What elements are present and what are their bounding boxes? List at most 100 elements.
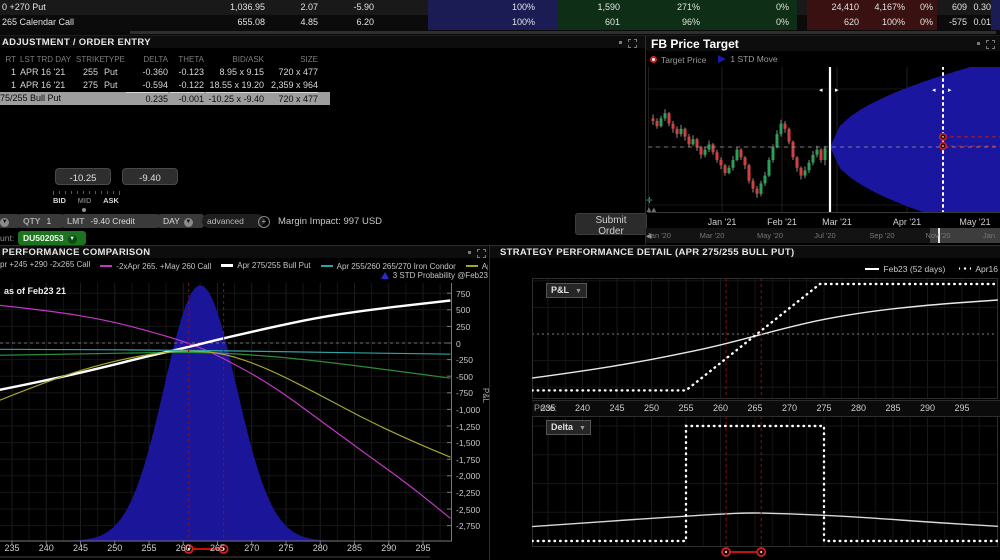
selected-strategy-row[interactable]: 75/255 Bull Put0.235-0.001-10.25 x -9.40… [0,92,330,105]
table-cell: APR 16 '21 [20,79,80,92]
legend-item[interactable]: Feb23 (52 days) [865,264,945,274]
panel-options-icon[interactable] [975,40,982,47]
legend-label: Apr 255/260 265/270 Iron Condor [337,262,456,271]
position-cell: 0% [700,0,797,15]
strategy-label: 75/255 Bull Put [0,92,124,105]
legend-item[interactable]: Apr 255/260 265/270 Iron Condor [321,262,456,271]
price-target-title: FB Price Target [651,37,739,51]
chevron-down-icon: ▼ [0,218,9,227]
axis-tick: -1,250 [456,422,480,432]
position-cell: 1,590 [557,0,620,15]
legend-item[interactable]: Apr 275/255 Bull Put [221,261,310,270]
position-cell: 271% [620,0,700,15]
table-cell: 0.235 [126,92,168,106]
position-cell [374,15,428,30]
crosshair-tool-icon[interactable]: ✛ [646,196,653,205]
table-cell: APR 16 '21 [20,66,80,79]
position-cell: -5.90 [318,0,374,15]
ask-price-button[interactable]: -9.40 [122,168,178,185]
table-row[interactable]: 1APR 16 '21275Put-0.594-0.12218.55 x 19.… [0,79,645,92]
position-cell [797,15,807,30]
account-dropdown[interactable]: DU502053▼ [18,231,86,245]
divider [645,35,646,245]
position-cell: 0% [905,0,937,15]
legend-item[interactable]: Apr 260/265 Short Strangle [466,262,488,271]
qty-field[interactable]: QTY1 [18,214,64,228]
panel-expand-icon[interactable] [986,40,995,49]
limit-price-field[interactable]: LMT-9.40 Credit [62,214,160,228]
axis-tick: Jan '21 [708,217,737,227]
slider-tick [65,191,66,194]
margin-impact: Margin Impact: 997 USD [278,216,382,227]
table-row[interactable]: 1APR 16 '21255Put-0.360-0.1238.95 x 9.15… [0,66,645,79]
slider-label-ask: ASK [103,196,119,205]
panel-options-icon[interactable] [617,39,624,46]
table-cell: THETA [170,53,204,66]
position-cell: 0.01 [967,15,991,30]
position-cell: 100% [428,15,557,30]
axis-tick: -2,000 [456,471,480,481]
table-cell: -0.122 [170,79,204,92]
submit-order-button[interactable]: Submit Order [575,213,647,235]
plus-icon[interactable]: + [258,216,270,228]
pnl-chart[interactable] [532,278,998,400]
axis-tick: Mar '21 [822,217,852,227]
timeline-tick: Sep '20 [869,231,894,240]
chart-zoom-icon[interactable]: ▲▲ [645,205,655,214]
panel-expand-icon[interactable] [628,39,637,48]
axis-tick: -2,500 [456,505,480,515]
axis-tick: 235 [4,543,19,553]
panel-expand-icon[interactable] [477,249,486,258]
axis-tick: 265 [747,403,762,413]
price-range-slider [722,548,765,556]
position-row[interactable]: 265 Calendar Call655.084.856.20100%60196… [0,15,1000,30]
chevron-down-icon: ▼ [184,218,193,227]
table-cell: 1 [2,79,16,92]
position-cell: 24,410 [807,0,859,15]
position-row[interactable]: 0 +270 Put1,036.952.07-5.90100%1,590271%… [0,0,1000,15]
as-of-label: as of Feb23 21 [4,286,66,296]
fb-timeline-scrollbar[interactable]: ◀Jan '20Mar '20May '20Jul '20Sep '20Nov … [645,228,1000,243]
legend-item[interactable]: 1 STD Move [718,54,777,64]
legend-item[interactable]: -2xApr 265. +May 260 Call [100,262,211,271]
legend-line-icon [321,265,333,267]
position-cell: 620 [807,15,859,30]
slider-tick [119,191,120,195]
delta-mode-dropdown[interactable]: Delta▼ [546,420,591,435]
slider-label-mid: MID [78,196,92,205]
comparison-bottom-track[interactable] [0,556,430,558]
position-cell: 96% [620,15,700,30]
axis-tick: 295 [954,403,969,413]
axis-tick: 250 [107,543,122,553]
legend-label: Apr 275/255 Bull Put [237,261,310,270]
position-cell: 4,167% [859,0,905,15]
legend-item[interactable]: Target Price [650,55,706,65]
table-header: RTLST TRD DAYSTRIKETYPEDELTATHETABID/ASK… [0,53,645,66]
detail-title: STRATEGY PERFORMANCE DETAIL (APR 275/255… [500,247,794,258]
comparison-chart[interactable] [0,283,452,555]
order-type-dropdown[interactable]: T▼ [0,214,20,228]
fb-price-chart[interactable]: ◂▸◂▸ [648,67,1000,213]
legend-line-icon [466,265,478,267]
axis-tick: -2,750 [456,521,480,531]
axis-tick: -1,000 [456,405,480,415]
position-cell: 2.07 [265,0,318,15]
position-cell: 0.30 [967,0,991,15]
slider-handle[interactable] [82,208,86,212]
advanced-button[interactable]: advanced [202,214,264,228]
bid-price-button[interactable]: -10.25 [55,168,111,185]
axis-tick: 290 [381,543,396,553]
tif-dropdown[interactable]: DAY▼ [158,214,204,228]
slider-tick [53,191,54,195]
panel-options-icon[interactable] [466,249,473,256]
price-slider[interactable]: BID MID ASK [53,191,119,213]
legend-item[interactable]: pr +245 +290 -2x265 Call [0,260,90,269]
comparison-legend: pr +245 +290 -2x265 Call -2xApr 265. +May… [0,260,488,271]
axis-tick: 240 [575,403,590,413]
delta-chart[interactable] [532,416,998,557]
top-scrollbar-thumb[interactable] [130,31,996,34]
legend-label: -2xApr 265. +May 260 Call [116,262,211,271]
legend-label: pr +245 +290 -2x265 Call [0,260,90,269]
legend-item[interactable]: Apr16 [959,264,998,274]
pnl-mode-dropdown[interactable]: P&L▼ [546,283,587,298]
